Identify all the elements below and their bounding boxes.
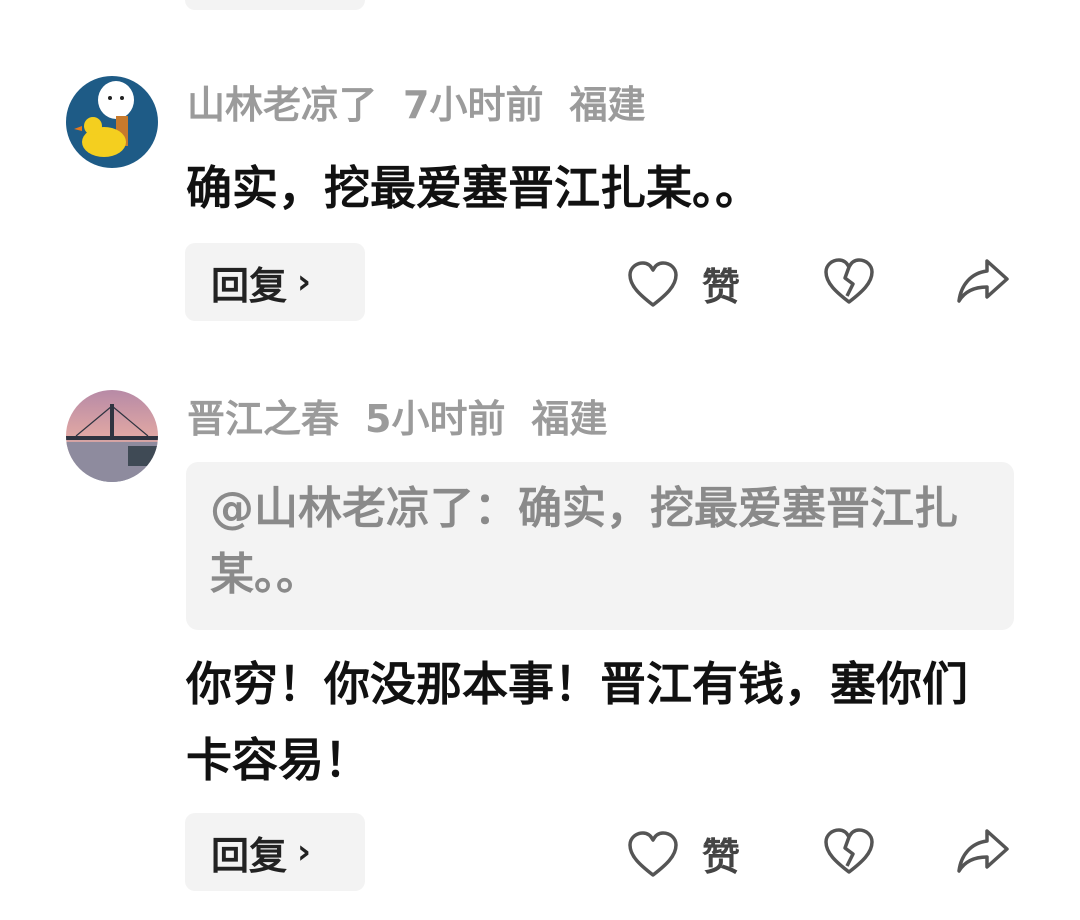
chevron-right-icon: › — [297, 832, 312, 872]
location: 福建 — [569, 83, 646, 127]
quoted-comment[interactable]: @山林老凉了：确实，挖最爱塞晋江扎某。。 — [186, 462, 1014, 630]
heart-icon — [628, 260, 678, 307]
avatar[interactable] — [66, 76, 158, 168]
like-button[interactable]: 赞 — [626, 256, 740, 311]
comment-meta: 晋江之春 5小时前 福建 — [187, 394, 633, 444]
dislike-button[interactable] — [822, 256, 876, 306]
comment-text: 确实，挖最爱塞晋江扎某。。 — [186, 161, 761, 215]
heart-icon — [628, 830, 678, 877]
share-button[interactable] — [955, 825, 1011, 875]
broken-heart-icon — [824, 828, 874, 874]
like-label: 赞 — [702, 265, 741, 309]
like-label: 赞 — [702, 835, 741, 879]
comment-text: 你穷！你没那本事！晋江有钱，塞你们卡容易！ — [186, 657, 968, 787]
comment-meta: 山林老凉了 7小时前 福建 — [187, 80, 671, 130]
reply-label: 回复 — [211, 833, 288, 878]
duck-avatar-image — [66, 76, 158, 168]
share-arrow-icon — [957, 259, 1009, 303]
share-arrow-icon — [957, 829, 1009, 873]
username[interactable]: 晋江之春 — [187, 397, 339, 441]
share-button[interactable] — [955, 255, 1011, 305]
broken-heart-icon — [824, 258, 874, 304]
chevron-right-icon: › — [297, 262, 312, 302]
avatar[interactable] — [66, 390, 158, 482]
dislike-button[interactable] — [822, 826, 876, 876]
bridge-avatar-image — [66, 390, 158, 482]
username[interactable]: 山林老凉了 — [187, 83, 377, 127]
like-button[interactable]: 赞 — [626, 826, 740, 881]
reply-label: 回复 — [211, 263, 288, 308]
reply-button[interactable]: 回复 › — [185, 243, 365, 321]
location: 福建 — [531, 397, 608, 441]
timestamp: 5小时前 — [365, 397, 506, 441]
timestamp: 7小时前 — [403, 83, 544, 127]
reply-button[interactable]: 回复 › — [185, 813, 365, 891]
previous-reply-button-edge[interactable] — [185, 0, 365, 10]
